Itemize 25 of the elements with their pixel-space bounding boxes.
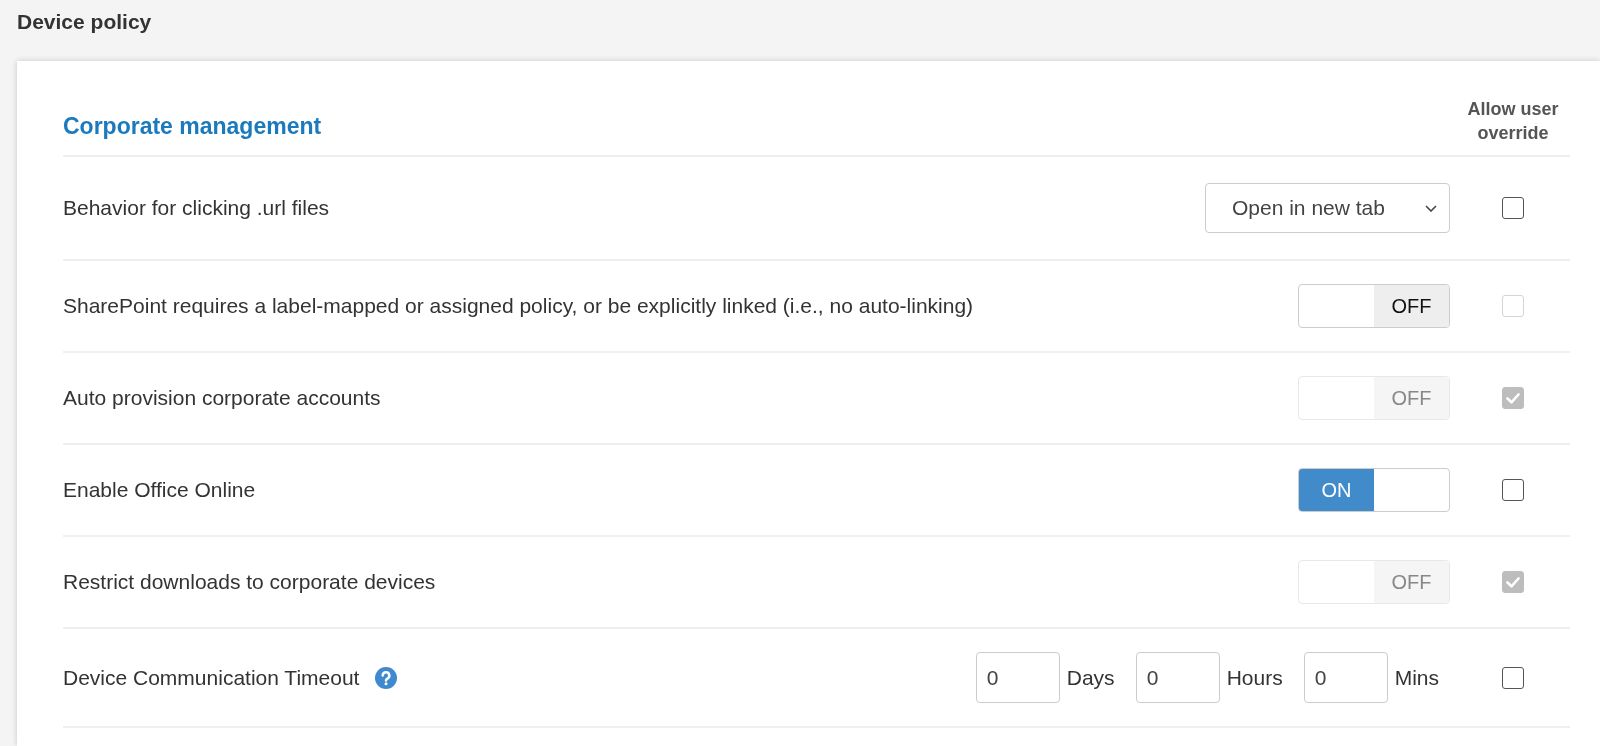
number-input[interactable]: 0 (975, 652, 1060, 703)
setting-label: Behavior for clicking .url files (63, 196, 330, 220)
help-icon[interactable] (375, 666, 398, 689)
number-input[interactable]: 0 (1303, 652, 1388, 703)
setting-label: Auto provision corporate accounts (63, 386, 381, 410)
column-header: Allow user override (1466, 98, 1560, 145)
checkmark-icon (1506, 576, 1520, 588)
setting-label: Restrict downloads to corporate devices (63, 570, 436, 594)
chevron-down-icon (1425, 204, 1437, 212)
checkmark-icon (1506, 392, 1520, 404)
unit-label: Days (1066, 665, 1115, 690)
dropdown-select[interactable]: Open in new tab (1205, 183, 1450, 233)
setting-label: Enable Office Online (63, 478, 256, 502)
toggle-switch[interactable]: ON (1298, 468, 1450, 512)
section-title: Corporate management (63, 113, 322, 139)
setting-label: Device Communication Timeout (63, 665, 360, 690)
page-title: Device policy (17, 10, 152, 34)
checkbox[interactable] (1502, 666, 1524, 689)
setting-label: SharePoint requires a label-mapped or assigned policy, or be explicitly linked (i.e., no auto-linking) (63, 294, 974, 318)
unit-label: Mins (1394, 665, 1439, 690)
number-input[interactable]: 0 (1135, 652, 1220, 703)
checkbox[interactable] (1502, 197, 1524, 219)
toggle-switch[interactable]: OFF (1298, 284, 1450, 328)
checkbox[interactable] (1502, 479, 1524, 501)
unit-label: Hours (1226, 665, 1283, 690)
